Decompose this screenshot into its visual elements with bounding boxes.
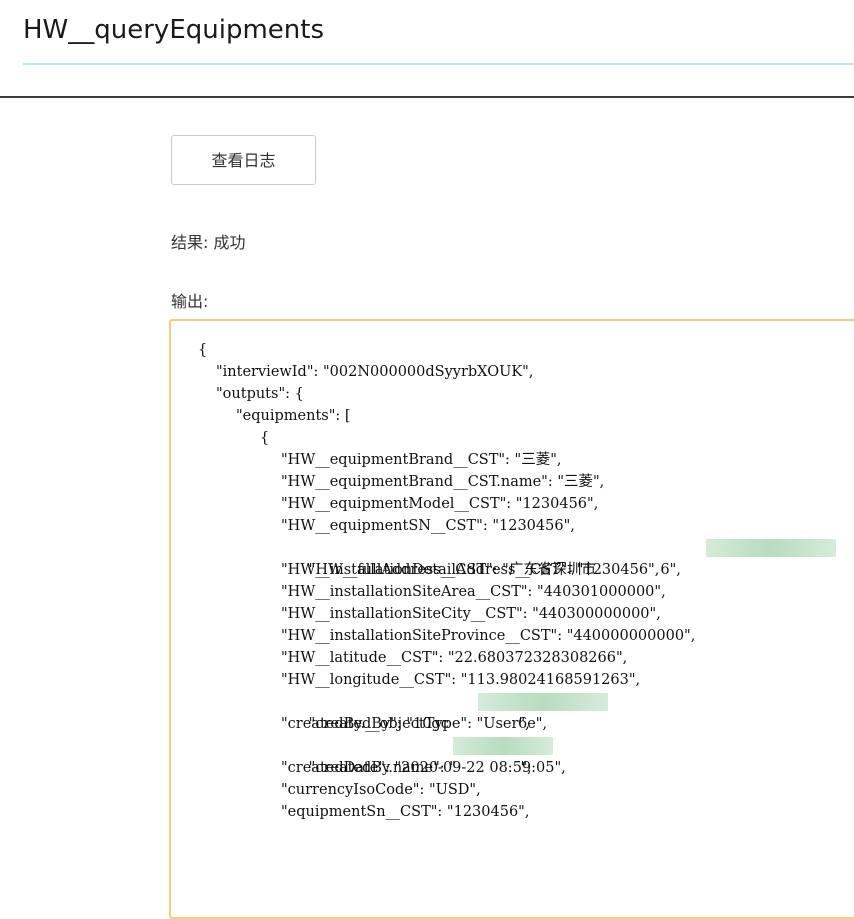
title-underline bbox=[23, 63, 854, 65]
json-line: { bbox=[260, 430, 270, 446]
output-json-panel[interactable]: { "interviewId": "002N000000dSyyrbXOUK",… bbox=[169, 319, 854, 919]
redacted-blur bbox=[706, 539, 836, 557]
json-line: "createdBy": "10gc 6e", bbox=[171, 691, 695, 732]
json-line: "HW__installationSiteArea__CST": "440301… bbox=[281, 584, 666, 600]
json-line: "HW__installationDetailAddress__CST": "1… bbox=[281, 562, 660, 578]
redacted-blur bbox=[478, 693, 608, 711]
json-line: "HW__fullAddress__CST": "广东省深圳市 6", bbox=[171, 537, 836, 578]
json-line: "interviewId": "002N000000dSyyrbXOUK", bbox=[216, 364, 534, 380]
json-line: { bbox=[198, 342, 208, 358]
json-line: "equipmentSn__CST": "1230456", bbox=[281, 804, 530, 820]
json-line: "currencyIsoCode": "USD", bbox=[281, 782, 481, 798]
view-log-button[interactable]: 查看日志 bbox=[171, 135, 316, 185]
json-line: "HW__equipmentBrand__CST": "三菱", bbox=[281, 452, 562, 468]
json-line: "HW__latitude__CST": "22.680372328308266… bbox=[281, 650, 628, 666]
page-title: HW__queryEquipments bbox=[23, 15, 324, 45]
json-line: "createdDate": "2020-09-22 08:59:05", bbox=[281, 760, 566, 776]
json-line: "equipments": [ bbox=[236, 408, 351, 424]
json-line: "HW__installationSiteCity__CST": "440300… bbox=[281, 606, 661, 622]
json-line: "HW__equipmentModel__CST": "1230456", bbox=[281, 496, 599, 512]
json-line: "HW__longitude__CST": "113.9802416859126… bbox=[281, 672, 641, 688]
json-line: "HW__equipmentBrand__CST.name": "三菱", bbox=[281, 474, 605, 490]
json-line: "createdBy.__objectType": "User", bbox=[281, 716, 530, 732]
json-line: "createdBy.name": " ", bbox=[171, 735, 695, 776]
result-status: 结果: 成功 bbox=[171, 233, 246, 252]
header-divider bbox=[0, 96, 854, 98]
output-label: 输出: bbox=[171, 292, 209, 311]
json-code-block: { "interviewId": "002N000000dSyyrbXOUK",… bbox=[171, 339, 836, 823]
redacted-blur bbox=[453, 737, 553, 755]
json-line: "HW__equipmentSN__CST": "1230456", bbox=[281, 518, 575, 534]
json-line: "outputs": { bbox=[216, 386, 304, 402]
json-line: "HW__installationSiteProvince__CST": "44… bbox=[281, 628, 696, 644]
